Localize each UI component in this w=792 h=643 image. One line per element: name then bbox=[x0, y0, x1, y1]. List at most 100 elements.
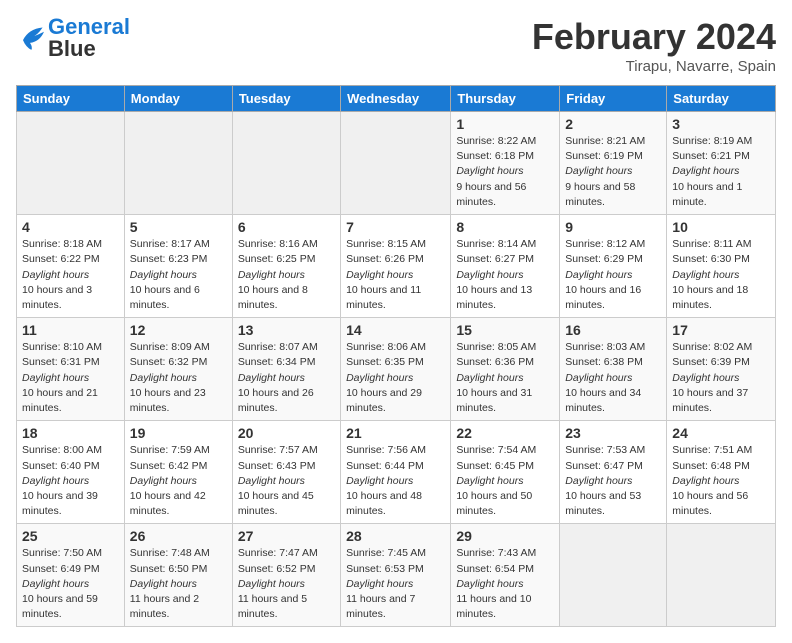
daylight-label: Daylight hours bbox=[456, 372, 523, 384]
day-info: Sunrise: 8:11 AMSunset: 6:30 PMDaylight … bbox=[672, 237, 770, 313]
daylight-value: 10 hours and 8 minutes. bbox=[238, 284, 308, 311]
day-number: 1 bbox=[456, 116, 554, 132]
day-info: Sunrise: 7:50 AMSunset: 6:49 PMDaylight … bbox=[22, 546, 119, 622]
sunrise-info: Sunrise: 8:14 AM bbox=[456, 237, 554, 252]
daylight-label: Daylight hours bbox=[672, 372, 739, 384]
sunset-info: Sunset: 6:21 PM bbox=[672, 149, 770, 164]
daylight-value: 10 hours and 6 minutes. bbox=[130, 284, 200, 311]
sunrise-info: Sunrise: 8:09 AM bbox=[130, 340, 227, 355]
daylight-label: Daylight hours bbox=[565, 165, 632, 177]
daylight-value: 11 hours and 2 minutes. bbox=[130, 593, 199, 620]
daylight-value: 9 hours and 58 minutes. bbox=[565, 181, 635, 208]
sunrise-info: Sunrise: 8:16 AM bbox=[238, 237, 335, 252]
sunrise-info: Sunrise: 7:51 AM bbox=[672, 443, 770, 458]
day-info: Sunrise: 8:19 AMSunset: 6:21 PMDaylight … bbox=[672, 134, 770, 210]
sunrise-info: Sunrise: 7:43 AM bbox=[456, 546, 554, 561]
daylight-info: Daylight hours10 hours and 56 minutes. bbox=[672, 474, 770, 520]
sunset-info: Sunset: 6:26 PM bbox=[346, 252, 445, 267]
sunset-info: Sunset: 6:32 PM bbox=[130, 355, 227, 370]
daylight-value: 10 hours and 21 minutes. bbox=[22, 387, 98, 414]
day-number: 23 bbox=[565, 425, 661, 441]
sunset-info: Sunset: 6:50 PM bbox=[130, 562, 227, 577]
day-info: Sunrise: 8:09 AMSunset: 6:32 PMDaylight … bbox=[130, 340, 227, 416]
calendar-cell: 20 Sunrise: 7:57 AMSunset: 6:43 PMDayligh… bbox=[232, 421, 340, 524]
daylight-info: Daylight hours11 hours and 7 minutes. bbox=[346, 577, 445, 623]
weekday-header-monday: Monday bbox=[124, 86, 232, 112]
day-info: Sunrise: 8:21 AMSunset: 6:19 PMDaylight … bbox=[565, 134, 661, 210]
day-info: Sunrise: 8:03 AMSunset: 6:38 PMDaylight … bbox=[565, 340, 661, 416]
calendar-cell: 5Sunrise: 8:17 AMSunset: 6:23 PMDaylight… bbox=[124, 215, 232, 318]
month-title: February 2024 bbox=[532, 16, 776, 58]
daylight-value: 10 hours and 3 minutes. bbox=[22, 284, 92, 311]
daylight-label: Daylight hours bbox=[672, 475, 739, 487]
day-number: 11 bbox=[22, 322, 119, 338]
sunset-info: Sunset: 6:31 PM bbox=[22, 355, 119, 370]
daylight-label: Daylight hours bbox=[238, 269, 305, 281]
calendar-cell: 13Sunrise: 8:07 AMSunset: 6:34 PMDayligh… bbox=[232, 318, 340, 421]
daylight-info: Daylight hours10 hours and 42 minutes. bbox=[130, 474, 227, 520]
sunset-info: Sunset: 6:18 PM bbox=[456, 149, 554, 164]
day-info: Sunrise: 7:57 AMSunset: 6:43 PMDaylight … bbox=[238, 443, 335, 519]
sunset-info: Sunset: 6:43 PM bbox=[238, 459, 335, 474]
daylight-info: Daylight hours10 hours and 23 minutes. bbox=[130, 371, 227, 417]
sunrise-info: Sunrise: 8:02 AM bbox=[672, 340, 770, 355]
daylight-label: Daylight hours bbox=[130, 578, 197, 590]
daylight-value: 10 hours and 13 minutes. bbox=[456, 284, 532, 311]
daylight-label: Daylight hours bbox=[346, 372, 413, 384]
weekday-header-tuesday: Tuesday bbox=[232, 86, 340, 112]
sunrise-info: Sunrise: 8:19 AM bbox=[672, 134, 770, 149]
sunset-info: Sunset: 6:44 PM bbox=[346, 459, 445, 474]
calendar-cell: 18Sunrise: 8:00 AMSunset: 6:40 PMDayligh… bbox=[17, 421, 125, 524]
logo: GeneralBlue bbox=[16, 16, 130, 60]
daylight-value: 10 hours and 53 minutes. bbox=[565, 490, 641, 517]
sunset-info: Sunset: 6:36 PM bbox=[456, 355, 554, 370]
daylight-info: Daylight hours11 hours and 10 minutes. bbox=[456, 577, 554, 623]
day-info: Sunrise: 8:14 AMSunset: 6:27 PMDaylight … bbox=[456, 237, 554, 313]
calendar-cell: 8Sunrise: 8:14 AMSunset: 6:27 PMDaylight… bbox=[451, 215, 560, 318]
weekday-header-thursday: Thursday bbox=[451, 86, 560, 112]
daylight-label: Daylight hours bbox=[456, 578, 523, 590]
calendar-header-row: SundayMondayTuesdayWednesdayThursdayFrid… bbox=[17, 86, 776, 112]
calendar-week-row: 1Sunrise: 8:22 AMSunset: 6:18 PMDaylight… bbox=[17, 112, 776, 215]
day-number: 20 bbox=[238, 425, 335, 441]
daylight-value: 10 hours and 45 minutes. bbox=[238, 490, 314, 517]
day-info: Sunrise: 8:17 AMSunset: 6:23 PM Daylight … bbox=[130, 237, 227, 313]
sunset-info: Sunset: 6:48 PM bbox=[672, 459, 770, 474]
calendar-cell: 23Sunrise: 7:53 AMSunset: 6:47 PMDayligh… bbox=[560, 421, 667, 524]
daylight-info: Daylight hours 10 hours and 37 minutes. bbox=[672, 371, 770, 417]
calendar-cell: 16 Sunrise: 8:03 AMSunset: 6:38 PMDayligh… bbox=[560, 318, 667, 421]
day-info: Sunrise: 7:43 AMSunset: 6:54 PMDaylight … bbox=[456, 546, 554, 622]
logo-bird-icon bbox=[16, 26, 44, 50]
daylight-value: 10 hours and 50 minutes. bbox=[456, 490, 532, 517]
daylight-label: Daylight hours bbox=[130, 269, 197, 281]
daylight-value: 10 hours and 37 minutes. bbox=[672, 387, 748, 414]
daylight-label: Daylight hours bbox=[130, 475, 197, 487]
sunset-info: Sunset: 6:52 PM bbox=[238, 562, 335, 577]
daylight-label: Daylight hours bbox=[346, 475, 413, 487]
day-info: Sunrise: 7:54 AMSunset: 6:45 PMDaylight … bbox=[456, 443, 554, 519]
daylight-label: Daylight hours bbox=[22, 475, 89, 487]
daylight-value: 11 hours and 5 minutes. bbox=[238, 593, 307, 620]
sunrise-info: Sunrise: 8:17 AM bbox=[130, 237, 227, 252]
daylight-info: Daylight hours10 hours and 26 minutes. bbox=[238, 371, 335, 417]
sunset-info: Sunset: 6:23 PM bbox=[130, 252, 227, 267]
calendar-cell: 12Sunrise: 8:09 AMSunset: 6:32 PMDayligh… bbox=[124, 318, 232, 421]
day-info: Sunrise: 8:02 AMSunset: 6:39 PMDaylight … bbox=[672, 340, 770, 416]
calendar-cell: 6Sunrise: 8:16 AMSunset: 6:25 PMDaylight… bbox=[232, 215, 340, 318]
daylight-info: Daylight hours 9 hours and 58 minutes. bbox=[565, 164, 661, 210]
sunrise-info: Sunrise: 7:53 AM bbox=[565, 443, 661, 458]
daylight-label: Daylight hours bbox=[672, 269, 739, 281]
calendar-cell: 2Sunrise: 8:21 AMSunset: 6:19 PMDaylight… bbox=[560, 112, 667, 215]
daylight-info: Daylight hours10 hours and 48 minutes. bbox=[346, 474, 445, 520]
calendar-cell: 19Sunrise: 7:59 AMSunset: 6:42 PMDayligh… bbox=[124, 421, 232, 524]
calendar-cell: 3Sunrise: 8:19 AMSunset: 6:21 PMDaylight… bbox=[667, 112, 776, 215]
calendar-cell: 17Sunrise: 8:02 AMSunset: 6:39 PMDayligh… bbox=[667, 318, 776, 421]
day-info: Sunrise: 8:00 AMSunset: 6:40 PMDaylight … bbox=[22, 443, 119, 519]
daylight-value: 10 hours and 34 minutes. bbox=[565, 387, 641, 414]
sunset-info: Sunset: 6:27 PM bbox=[456, 252, 554, 267]
sunset-info: Sunset: 6:40 PM bbox=[22, 459, 119, 474]
sunrise-info: Sunrise: 8:15 AM bbox=[346, 237, 445, 252]
day-number: 16 bbox=[565, 322, 661, 338]
calendar-cell: 4Sunrise: 8:18 AMSunset: 6:22 PMDaylight… bbox=[17, 215, 125, 318]
weekday-header-wednesday: Wednesday bbox=[341, 86, 451, 112]
